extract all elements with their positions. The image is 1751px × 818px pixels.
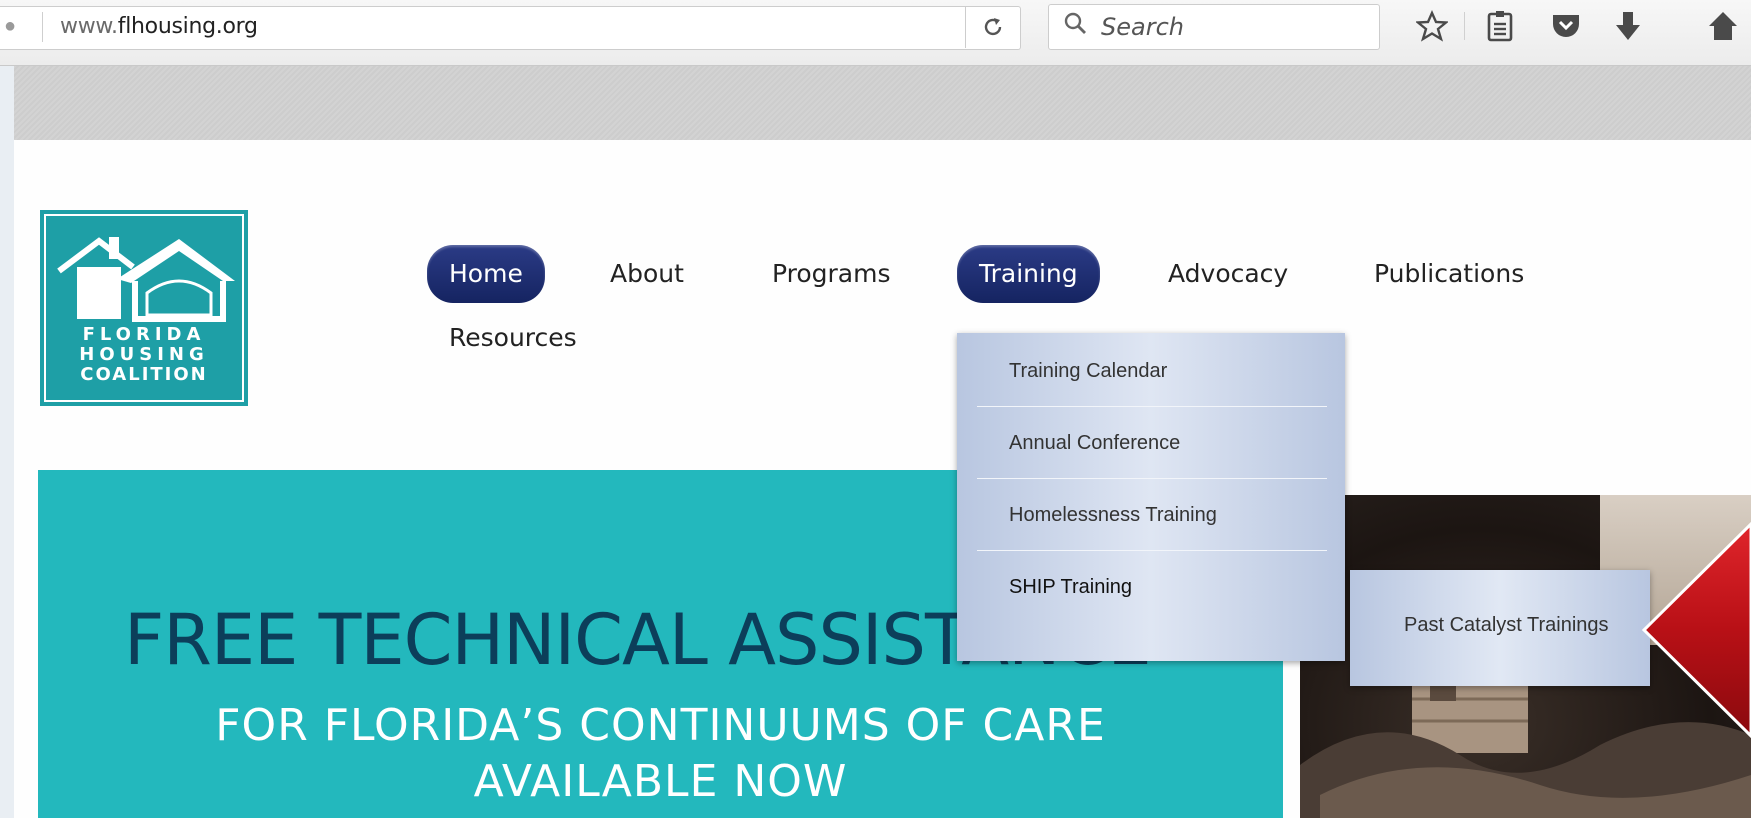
screenshot: ● www.flhousing.org Search FLORIDA HOUSI… <box>0 0 1751 818</box>
nav-publications[interactable]: Publications <box>1352 245 1546 303</box>
nav-advocacy[interactable]: Advocacy <box>1146 245 1310 303</box>
nav-programs[interactable]: Programs <box>750 245 913 303</box>
download-arrow-icon[interactable] <box>1606 6 1650 46</box>
search-placeholder: Search <box>1101 13 1184 41</box>
annotation-arrow-icon <box>1641 521 1751 739</box>
url-text[interactable]: www.flhousing.org <box>60 12 258 42</box>
training-dropdown-menu: Training Calendar Annual Conference Home… <box>957 333 1345 661</box>
menu-item-annual-conference[interactable]: Annual Conference <box>977 407 1327 479</box>
menu-item-past-catalyst-trainings[interactable]: Past Catalyst Trainings <box>1350 590 1650 660</box>
bookmark-star-icon[interactable] <box>1410 6 1454 46</box>
reload-icon <box>984 18 1002 36</box>
home-icon[interactable] <box>1708 6 1751 46</box>
banner-available-now: AVAILABLE NOW <box>473 756 848 807</box>
house-logo-icon <box>57 237 235 322</box>
bookmarks-strip <box>14 66 1751 140</box>
logo-text-florida: FLORIDA <box>82 324 206 345</box>
window-edge <box>0 66 14 818</box>
globe-icon: ● <box>4 15 17 37</box>
search-icon <box>1063 11 1087 42</box>
search-input[interactable]: Search <box>1048 4 1380 50</box>
reload-button[interactable] <box>965 6 1020 48</box>
toolbar-separator <box>1464 12 1465 40</box>
address-divider <box>42 12 43 42</box>
nav-about[interactable]: About <box>588 245 706 303</box>
menu-item-ship-training[interactable]: SHIP Training <box>977 551 1327 623</box>
menu-item-training-calendar[interactable]: Training Calendar <box>977 335 1327 407</box>
url-domain: flhousing.org <box>117 14 258 39</box>
reading-list-icon[interactable] <box>1478 6 1522 46</box>
url-prefix: www. <box>60 14 118 39</box>
nav-training[interactable]: Training <box>957 245 1100 303</box>
menu-item-homelessness-training[interactable]: Homelessness Training <box>977 479 1327 551</box>
ship-training-submenu: Past Catalyst Trainings <box>1350 570 1650 686</box>
logo-text-housing: HOUSING <box>79 344 209 365</box>
site-logo[interactable]: FLORIDA HOUSING COALITION <box>40 210 248 406</box>
pocket-icon[interactable] <box>1544 6 1588 46</box>
logo-text-coalition: COALITION <box>80 364 208 385</box>
nav-home[interactable]: Home <box>427 245 545 303</box>
banner-subheadline: FOR FLORIDA’S CONTINUUMS OF CARE <box>215 700 1106 751</box>
browser-toolbar: ● www.flhousing.org Search <box>0 0 1751 66</box>
nav-resources[interactable]: Resources <box>427 309 599 367</box>
